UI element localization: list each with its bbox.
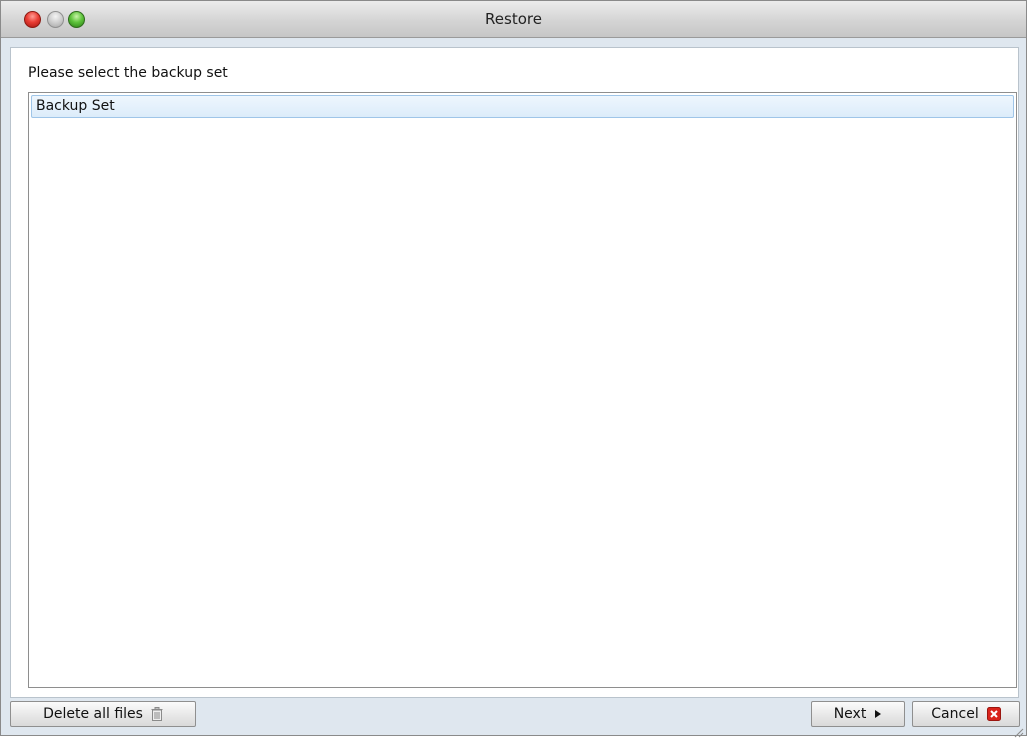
resize-grip-icon[interactable] — [1014, 723, 1024, 738]
restore-window: Restore Please select the backup set Bac… — [0, 0, 1027, 738]
content-panel: Please select the backup set Backup Set — [10, 47, 1019, 698]
title-bar[interactable]: Restore — [1, 1, 1026, 38]
list-item[interactable]: Backup Set — [31, 95, 1014, 118]
delete-all-files-button[interactable]: Delete all files — [10, 701, 196, 727]
delete-all-files-label: Delete all files — [43, 706, 143, 722]
triangle-right-icon — [874, 709, 882, 719]
backup-set-prompt: Please select the backup set — [28, 65, 228, 81]
next-button[interactable]: Next — [811, 701, 905, 727]
window-title: Restore — [485, 10, 542, 28]
close-x-icon — [986, 707, 1001, 721]
cancel-label: Cancel — [931, 706, 979, 722]
trash-icon — [151, 707, 163, 721]
next-label: Next — [833, 706, 867, 722]
backup-set-list[interactable]: Backup Set — [28, 92, 1017, 688]
cancel-button[interactable]: Cancel — [912, 701, 1020, 727]
list-item-label: Backup Set — [36, 98, 115, 114]
